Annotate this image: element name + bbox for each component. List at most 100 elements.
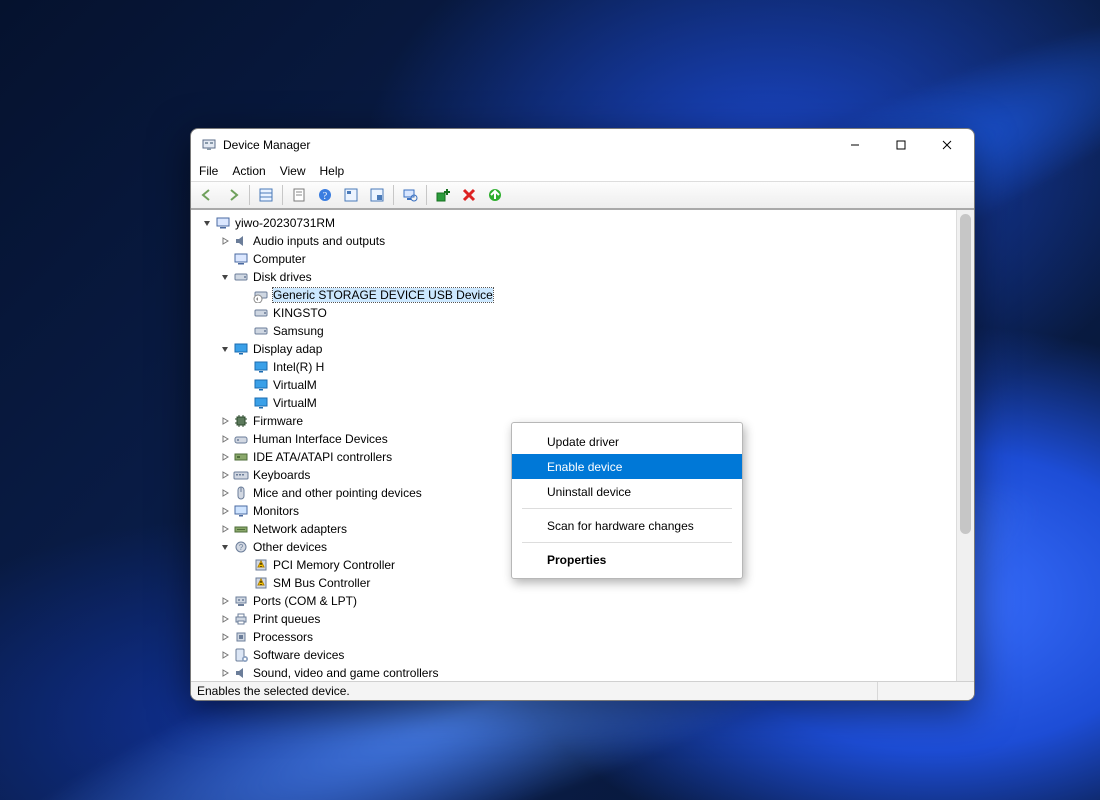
tree-item[interactable]: KINGSTO: [191, 304, 956, 322]
collapse-icon[interactable]: [219, 343, 231, 355]
context-menu[interactable]: Update driverEnable deviceUninstall devi…: [511, 422, 743, 579]
audio-icon: [233, 233, 249, 249]
tree-item-label: Processors: [253, 630, 313, 644]
expand-icon[interactable]: [219, 613, 231, 625]
tree-item-label: Audio inputs and outputs: [253, 234, 385, 248]
tree-item[interactable]: Audio inputs and outputs: [191, 232, 956, 250]
svg-text:?: ?: [239, 543, 244, 552]
close-button[interactable]: [924, 129, 970, 161]
menu-item-update-driver[interactable]: Update driver: [512, 429, 742, 454]
other-icon: ?: [233, 539, 249, 555]
tree-item[interactable]: VirtualM: [191, 376, 956, 394]
menu-file[interactable]: File: [199, 164, 218, 178]
mouse-icon: [233, 485, 249, 501]
update-icon[interactable]: [339, 183, 363, 207]
help-icon[interactable]: ?: [313, 183, 337, 207]
scrollbar[interactable]: [956, 210, 974, 681]
forward-icon[interactable]: [221, 183, 245, 207]
expand-icon[interactable]: [219, 451, 231, 463]
soft-icon: [233, 647, 249, 663]
tree-item-label: Computer: [253, 252, 306, 266]
collapse-icon[interactable]: [219, 541, 231, 553]
warn-icon: [253, 557, 269, 573]
expand-icon[interactable]: [219, 415, 231, 427]
menu-item-properties[interactable]: Properties: [512, 547, 742, 572]
tree-root[interactable]: yiwo-20230731RM: [191, 214, 956, 232]
disk-icon: [253, 323, 269, 339]
no-expand: [239, 325, 251, 337]
chip-icon: [233, 413, 249, 429]
tree-item-label: Other devices: [253, 540, 327, 554]
tree-item-label: VirtualM: [273, 378, 317, 392]
tree-item-label: PCI Memory Controller: [273, 558, 395, 572]
display-icon: [253, 359, 269, 375]
tree-item[interactable]: Software devices: [191, 646, 956, 664]
expand-icon[interactable]: [219, 505, 231, 517]
show-all-icon[interactable]: [254, 183, 278, 207]
expand-icon[interactable]: [219, 649, 231, 661]
tree-item-label: Keyboards: [253, 468, 310, 482]
menu-item-uninstall-device[interactable]: Uninstall device: [512, 479, 742, 504]
status-text: Enables the selected device.: [197, 684, 350, 698]
expand-icon[interactable]: [219, 235, 231, 247]
tree-item-label: VirtualM: [273, 396, 317, 410]
keyboard-icon: [233, 467, 249, 483]
tree-item[interactable]: Disk drives: [191, 268, 956, 286]
properties-icon[interactable]: [287, 183, 311, 207]
port-icon: [233, 593, 249, 609]
maximize-button[interactable]: [878, 129, 924, 161]
expand-icon[interactable]: [219, 469, 231, 481]
tree-item-label: yiwo-20230731RM: [235, 216, 335, 230]
tree-item[interactable]: Sound, video and game controllers: [191, 664, 956, 681]
menu-view[interactable]: View: [280, 164, 306, 178]
tree-item[interactable]: Print queues: [191, 610, 956, 628]
no-expand: [239, 559, 251, 571]
disk-disabled-icon: [253, 287, 269, 303]
tree-item-label: Samsung: [273, 324, 324, 338]
tree-item-label: Mice and other pointing devices: [253, 486, 422, 500]
tree-item-label: KINGSTO: [273, 306, 327, 320]
scrollbar-thumb[interactable]: [960, 214, 971, 534]
collapse-icon[interactable]: [219, 271, 231, 283]
expand-icon[interactable]: [219, 487, 231, 499]
tree-item[interactable]: Display adap: [191, 340, 956, 358]
expand-icon[interactable]: [219, 433, 231, 445]
menubar: File Action View Help: [191, 161, 974, 181]
monitor-icon: [233, 503, 249, 519]
minimize-button[interactable]: [832, 129, 878, 161]
titlebar[interactable]: Device Manager: [191, 129, 974, 161]
no-expand: [239, 379, 251, 391]
expand-icon[interactable]: [219, 595, 231, 607]
statusbar: Enables the selected device.: [191, 681, 974, 700]
tree-item[interactable]: Ports (COM & LPT): [191, 592, 956, 610]
menu-action[interactable]: Action: [232, 164, 265, 178]
tree-item-label: SM Bus Controller: [273, 576, 370, 590]
tree-item[interactable]: Computer: [191, 250, 956, 268]
tree-item[interactable]: Generic STORAGE DEVICE USB Device: [191, 286, 956, 304]
tree-item[interactable]: Processors: [191, 628, 956, 646]
disable-icon[interactable]: [457, 183, 481, 207]
net-icon: [233, 521, 249, 537]
menu-item-scan-for-hardware-changes[interactable]: Scan for hardware changes: [512, 513, 742, 538]
tree-item[interactable]: VirtualM: [191, 394, 956, 412]
tree-item-label: Disk drives: [253, 270, 312, 284]
add-driver-icon[interactable]: [431, 183, 455, 207]
menu-help[interactable]: Help: [320, 164, 345, 178]
collapse-icon[interactable]: [201, 217, 213, 229]
scan-hardware-icon[interactable]: [398, 183, 422, 207]
expand-icon[interactable]: [219, 667, 231, 679]
uninstall-icon[interactable]: [365, 183, 389, 207]
tree-item-label: Intel(R) H: [273, 360, 324, 374]
enable-icon[interactable]: [483, 183, 507, 207]
back-icon[interactable]: [195, 183, 219, 207]
expand-icon[interactable]: [219, 631, 231, 643]
tree-item-label: Human Interface Devices: [253, 432, 388, 446]
menu-separator: [522, 542, 732, 543]
expand-icon[interactable]: [219, 523, 231, 535]
tree-item[interactable]: Intel(R) H: [191, 358, 956, 376]
display-icon: [233, 341, 249, 357]
tree-item[interactable]: Samsung: [191, 322, 956, 340]
tree-item-label: Firmware: [253, 414, 303, 428]
tree-item-label: Generic STORAGE DEVICE USB Device: [273, 288, 493, 302]
menu-item-enable-device[interactable]: Enable device: [512, 454, 742, 479]
